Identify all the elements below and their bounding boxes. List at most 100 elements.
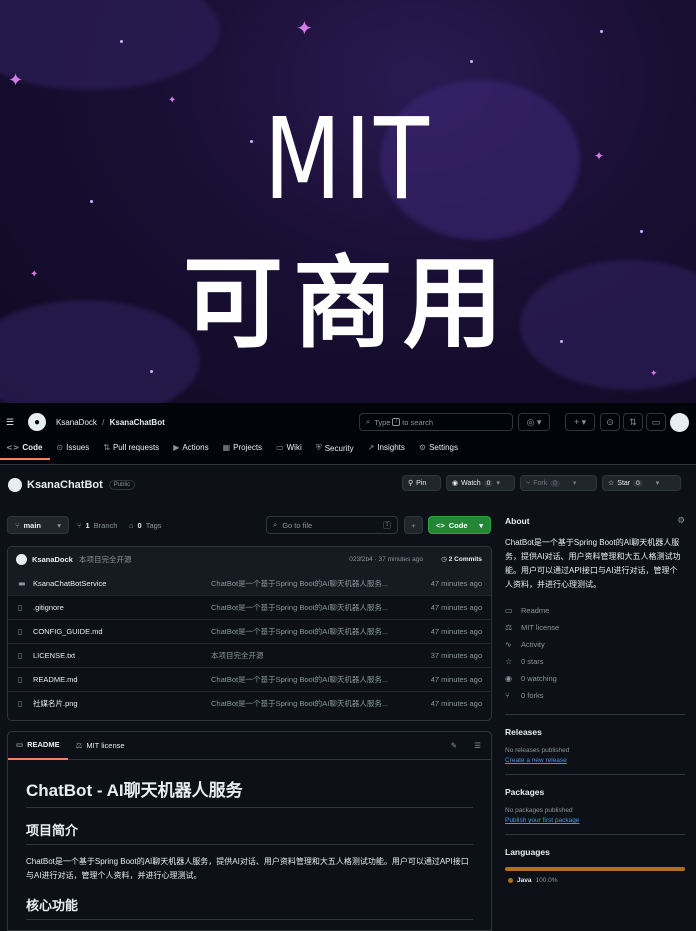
go-to-file-input[interactable]: ⌕ Go to file t	[266, 516, 398, 534]
banner-subtitle: 可商用	[183, 245, 513, 362]
add-file-button[interactable]: +	[404, 516, 423, 534]
create-release-link[interactable]: Create a new release	[505, 757, 685, 764]
menu-icon[interactable]: ☰	[0, 413, 20, 431]
commit-author[interactable]: KsanaDock	[32, 555, 73, 564]
table-row[interactable]: ▯ README.md ChatBot是一个基于Spring Boot的AI聊天机器…	[8, 667, 491, 691]
language-item[interactable]: Java 100.0%	[505, 877, 685, 884]
star-dot	[600, 30, 603, 33]
pin-icon: ⚲	[408, 479, 414, 487]
breadcrumb-repo[interactable]: KsanaChatBot	[110, 418, 165, 427]
tab-security[interactable]: ⛨ Security	[310, 441, 362, 459]
file-commit-message[interactable]: ChatBot是一个基于Spring Boot的AI聊天机器人服务...	[211, 626, 388, 637]
edit-icon[interactable]: ✎	[451, 741, 457, 750]
star-count: 0	[633, 479, 643, 487]
table-row[interactable]: ▬ KsanaChatBotService ChatBot是一个基于Spring B…	[8, 571, 491, 595]
file-commit-message[interactable]: 本项目完全开源	[211, 650, 264, 661]
tab-issues[interactable]: ⊙ Issues	[50, 441, 97, 458]
pin-button[interactable]: ⚲ Pin	[402, 475, 441, 491]
commit-meta[interactable]: 023f2b4 · 37 minutes ago	[349, 556, 423, 563]
outline-icon[interactable]: ☰	[474, 741, 481, 750]
file-time: 37 minutes ago	[430, 651, 482, 660]
issues-icon[interactable]: ⊙	[600, 413, 620, 431]
tab-actions[interactable]: ▶ Actions	[167, 441, 216, 458]
file-name[interactable]: 社媒名片.png	[33, 698, 78, 709]
table-row[interactable]: ▯ CONFIG_GUIDE.md ChatBot是一个基于Spring Boot的…	[8, 619, 491, 643]
about-item[interactable]: ☆ 0 stars	[505, 653, 685, 670]
commit-count[interactable]: ◷ 2 Commits	[441, 555, 482, 563]
tab-pull-requests[interactable]: ⇅ Pull requests	[97, 441, 167, 458]
watch-button[interactable]: ◉ Watch 0 ▾	[446, 475, 515, 491]
file-icon: ▯	[18, 675, 23, 684]
chevron-down-icon: ▾	[57, 520, 61, 530]
file-commit-message[interactable]: ChatBot是一个基于Spring Boot的AI聊天机器人服务...	[211, 602, 388, 613]
about-item[interactable]: ⑂ 0 forks	[505, 687, 685, 704]
branches-link[interactable]: ⑂ 1 Branch	[77, 516, 117, 534]
about-item[interactable]: ▭ Readme	[505, 602, 685, 619]
banner-image: ✦ ✦ ✦ ✦ ✦ ✦ MIT 可商用	[0, 0, 696, 403]
commit-message[interactable]: 本项目完全开源	[79, 554, 132, 565]
table-row[interactable]: ▯ .gitignore ChatBot是一个基于Spring Boot的AI聊天机…	[8, 595, 491, 619]
chevron-down-icon: ▾	[655, 480, 660, 487]
language-name: Java	[517, 877, 532, 884]
file-commit-message[interactable]: ChatBot是一个基于Spring Boot的AI聊天机器人服务...	[211, 578, 388, 589]
fork-label: Fork	[533, 479, 548, 487]
breadcrumb-owner[interactable]: KsanaDock	[56, 418, 97, 427]
tab-code[interactable]: <> Code	[0, 441, 51, 460]
fork-button[interactable]: ⑂ Fork 0 ▾	[520, 475, 597, 491]
star-button[interactable]: ☆ Star 0 ▾	[602, 475, 681, 491]
avatar[interactable]	[670, 412, 689, 432]
about-item-label: 0 forks	[521, 691, 544, 700]
file-time: 47 minutes ago	[430, 603, 482, 612]
gear-icon[interactable]: ⚙	[677, 516, 685, 526]
about-item[interactable]: ∿ Activity	[505, 636, 685, 653]
chevron-down-icon: ▾	[496, 480, 500, 487]
search-input[interactable]: ⌕ Type / to search	[359, 413, 513, 431]
file-name[interactable]: KsanaChatBotService	[33, 579, 106, 588]
breadcrumb-separator: /	[102, 417, 105, 427]
search-placeholder-post: to search	[402, 417, 433, 427]
commit-count-label: 2 Commits	[448, 556, 482, 563]
pull-requests-icon[interactable]: ⇅	[623, 413, 643, 431]
inbox-icon[interactable]: ▭	[646, 413, 666, 431]
file-name[interactable]: LICENSE.txt	[33, 651, 75, 660]
branches-count: 1	[85, 520, 90, 530]
file-commit-message[interactable]: ChatBot是一个基于Spring Boot的AI聊天机器人服务...	[211, 698, 388, 709]
packages-title[interactable]: Packages	[505, 787, 685, 797]
folder-icon: ▬	[18, 578, 26, 588]
tags-link[interactable]: ⌂ 0 Tags	[129, 516, 162, 534]
about-item[interactable]: ◉ 0 watching	[505, 670, 685, 687]
table-row[interactable]: ▯ 社媒名片.png ChatBot是一个基于Spring Boot的AI聊天机器人…	[8, 691, 491, 715]
star-icon: ✦	[8, 70, 24, 91]
file-commit-message[interactable]: ChatBot是一个基于Spring Boot的AI聊天机器人服务...	[211, 674, 388, 685]
owner-avatar[interactable]	[8, 478, 22, 492]
publish-package-link[interactable]: Publish your first package	[505, 817, 685, 824]
tab-insights[interactable]: ↗ Insights	[362, 441, 413, 458]
table-row[interactable]: ▯ LICENSE.txt 本项目完全开源 37 minutes ago	[8, 643, 491, 667]
file-icon: ▯	[18, 651, 23, 660]
repo-name[interactable]: KsanaChatBot	[27, 479, 103, 491]
tab-settings[interactable]: ⚙ Settings	[413, 441, 466, 458]
tab-license[interactable]: ⚖ MIT license	[68, 732, 133, 760]
tab-icon: <>	[6, 443, 20, 452]
tags-count: 0	[137, 520, 142, 530]
releases-title[interactable]: Releases	[505, 727, 685, 737]
copilot-icon[interactable]: ◎ ▾	[518, 413, 550, 431]
tab-label: Pull requests	[112, 443, 160, 452]
create-new-icon[interactable]: + ▾	[565, 413, 595, 431]
tab-wiki[interactable]: ▭ Wiki	[270, 441, 310, 458]
chevron-down-icon: ▾	[572, 480, 577, 487]
language-bar	[505, 867, 685, 871]
github-logo-icon[interactable]: ●	[28, 413, 46, 431]
banner-title: MIT	[263, 95, 433, 225]
code-button[interactable]: <> Code ▾	[428, 516, 491, 534]
file-time: 47 minutes ago	[430, 627, 482, 636]
about-item[interactable]: ⚖ MIT license	[505, 619, 685, 636]
file-name[interactable]: CONFIG_GUIDE.md	[33, 627, 103, 636]
file-name[interactable]: README.md	[33, 675, 78, 684]
file-name[interactable]: .gitignore	[33, 603, 64, 612]
about-item-icon: ◉	[505, 674, 512, 683]
tab-readme[interactable]: ▭ README	[8, 732, 68, 760]
branch-selector[interactable]: ⑂ main ▾	[7, 516, 69, 534]
pin-label: Pin	[416, 479, 427, 487]
tab-projects[interactable]: ▦ Projects	[217, 441, 270, 458]
